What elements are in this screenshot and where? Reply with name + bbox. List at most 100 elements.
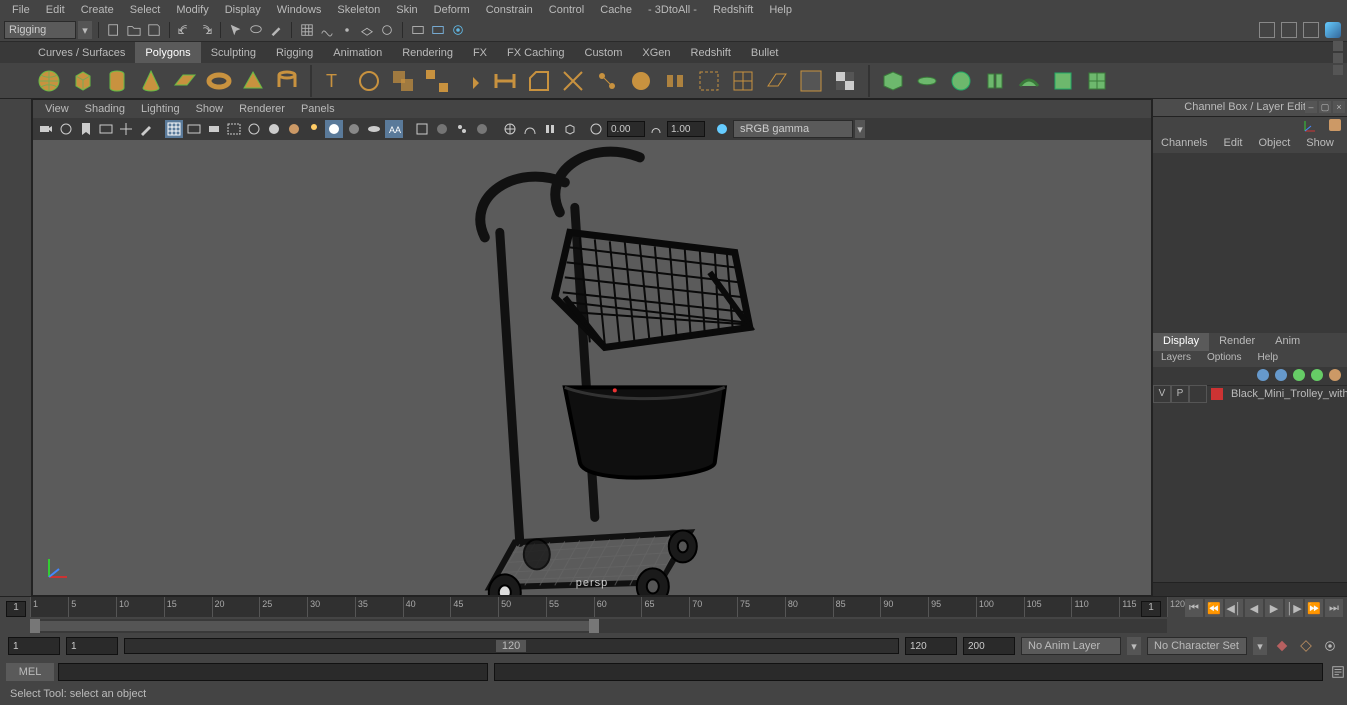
gamma-reset-icon[interactable] [647,120,665,138]
extrude-icon[interactable] [456,66,486,96]
vp-menu-shading[interactable]: Shading [77,101,133,117]
restore-icon[interactable]: ▢ [1319,101,1331,113]
aa-icon[interactable]: AA [385,120,403,138]
vp-menu-show[interactable]: Show [188,101,232,117]
menu-deform[interactable]: Deform [426,1,478,19]
time-ruler[interactable]: 1510152025303540455055606570758085909510… [30,597,1167,617]
menu-display[interactable]: Display [217,1,269,19]
gate-mask-icon[interactable] [205,120,223,138]
isolate-icon[interactable] [413,120,431,138]
chevron-down-icon[interactable]: ▾ [1253,637,1267,655]
current-frame-field-left[interactable]: 1 [6,601,26,617]
menu-edit[interactable]: Edit [38,1,73,19]
menu-select[interactable]: Select [122,1,169,19]
combine-icon[interactable] [388,66,418,96]
layer-down-icon[interactable] [1311,369,1323,381]
vp-menu-renderer[interactable]: Renderer [231,101,293,117]
go-to-start-icon[interactable]: ⏮ [1185,599,1203,617]
use-all-lights-icon[interactable] [305,120,323,138]
exposure-reset-icon[interactable] [587,120,605,138]
ipr-icon[interactable] [429,21,447,39]
shadows-icon[interactable] [325,120,343,138]
channel-tab-edit[interactable]: Edit [1215,135,1250,153]
workspace-icon[interactable] [1281,22,1297,38]
layer-menu-options[interactable]: Options [1199,351,1249,367]
render-settings-icon[interactable] [449,21,467,39]
color-management-dropdown[interactable]: sRGB gamma [733,120,853,138]
layer-menu-layers[interactable]: Layers [1153,351,1199,367]
view-cube-icon[interactable] [561,120,579,138]
script-editor-icon[interactable] [1329,663,1347,681]
layer-color-swatch[interactable] [1211,388,1223,400]
xray-joints-icon[interactable] [453,120,471,138]
layer-delete-icon[interactable] [1329,369,1341,381]
select-camera-icon[interactable] [37,120,55,138]
poly-cube-icon[interactable] [68,66,98,96]
play-forward-icon[interactable]: ▶ [1265,599,1283,617]
menu-cache[interactable]: Cache [592,1,640,19]
wireframe-icon[interactable] [245,120,263,138]
set-key-icon[interactable] [1297,637,1315,655]
color-swatch-icon[interactable] [1329,119,1341,131]
view-transform-icon[interactable] [713,120,731,138]
range-bar[interactable] [30,621,599,631]
range-end-field[interactable] [905,637,957,655]
poly-cone-icon[interactable] [136,66,166,96]
layer-tab-display[interactable]: Display [1153,333,1209,351]
bookmark-icon[interactable] [77,120,95,138]
exposure-icon[interactable] [501,120,519,138]
menu-help[interactable]: Help [761,1,800,19]
vp-menu-panels[interactable]: Panels [293,101,343,117]
resolution-gate-icon[interactable] [225,120,243,138]
camera-attr-icon[interactable] [57,120,75,138]
smooth-icon[interactable] [626,66,656,96]
vp-menu-view[interactable]: View [37,101,77,117]
ao-icon[interactable] [345,120,363,138]
shelf-tab-redshift[interactable]: Redshift [681,42,741,63]
display-layer-row[interactable]: V P Black_Mini_Trolley_with_ [1153,385,1347,403]
smooth-shade-icon[interactable] [265,120,283,138]
workspace-icon[interactable] [1303,22,1319,38]
gamma-field[interactable] [667,121,705,137]
snap-live-icon[interactable] [378,21,396,39]
poly-plane-icon[interactable] [170,66,200,96]
sculpt-icon[interactable] [1048,66,1078,96]
viewport-3d[interactable]: persp [33,140,1151,595]
quad-draw-icon[interactable] [878,66,908,96]
make-live-icon[interactable] [946,66,976,96]
poly-sphere-icon[interactable] [34,66,64,96]
menu--dtoall-[interactable]: - 3DtoAll - [640,1,705,19]
poly-pyramid-icon[interactable] [238,66,268,96]
undo-icon[interactable] [176,21,194,39]
poly-type-icon[interactable]: T [320,66,350,96]
playback-start-field[interactable] [8,637,60,655]
shelf-tab-xgen[interactable]: XGen [632,42,680,63]
prefs-icon[interactable] [1321,637,1339,655]
menu-create[interactable]: Create [73,1,122,19]
layer-menu-help[interactable]: Help [1249,351,1286,367]
snap-together-icon[interactable] [980,66,1010,96]
channel-tab-show[interactable]: Show [1298,135,1342,153]
default-material-icon[interactable] [473,120,491,138]
step-forward-frame-icon[interactable]: │▶ [1285,599,1303,617]
2d-pan-icon[interactable] [117,120,135,138]
play-backward-icon[interactable]: ◀ [1245,599,1263,617]
viewport-pause-icon[interactable] [541,120,559,138]
render-icon[interactable] [409,21,427,39]
planar-icon[interactable] [762,66,792,96]
range-handle-end[interactable] [589,619,599,633]
channel-tab-channels[interactable]: Channels [1153,135,1215,153]
shelf-tab-bullet[interactable]: Bullet [741,42,789,63]
go-to-end-icon[interactable]: ⏭ [1325,599,1343,617]
layer-up-icon[interactable] [1293,369,1305,381]
uv-editor-icon[interactable] [796,66,826,96]
workspace-icon[interactable] [1325,22,1341,38]
shelf-tab-fx[interactable]: FX [463,42,497,63]
scroll-down-icon[interactable] [1333,53,1343,63]
shelf-tab-animation[interactable]: Animation [323,42,392,63]
manipulator-icon[interactable] [1301,119,1325,133]
layer-add-selected-icon[interactable] [1275,369,1287,381]
save-scene-icon[interactable] [145,21,163,39]
range-slider-track[interactable]: 120 [124,638,899,654]
current-frame-field-right[interactable]: 1 [1141,601,1161,617]
